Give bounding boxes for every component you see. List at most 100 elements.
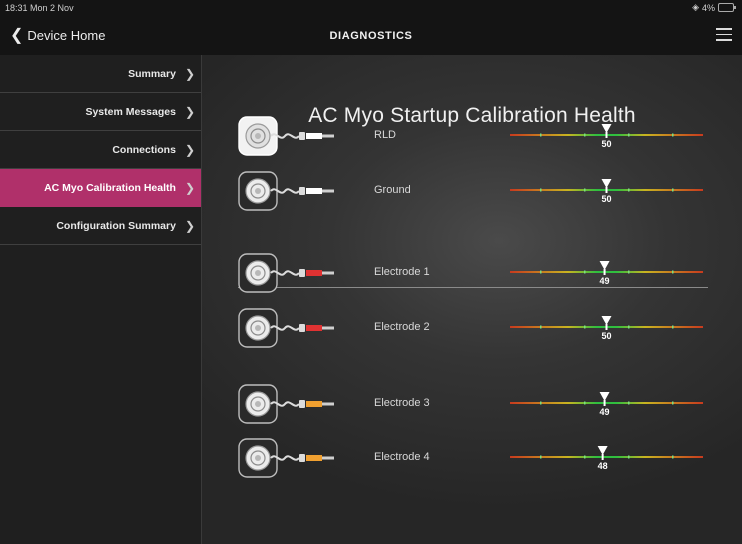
status-bar: 18:31 Mon 2 Nov ◈ 4% (0, 0, 742, 17)
main-panel: AC Myo Startup Calibration Health RLD 50 G… (202, 55, 742, 544)
gauge-marker (597, 446, 608, 455)
electrode-sensor-icon (238, 437, 348, 481)
gauge-value: 50 (601, 139, 611, 149)
sidebar-item-summary[interactable]: Summary ❯ (0, 55, 201, 93)
gauge-marker-stem (605, 187, 608, 193)
electrode-label: Electrode 1 (374, 266, 430, 278)
gauge-marker-stem (605, 132, 608, 138)
gauge-tick (540, 188, 542, 192)
gauge-marker (599, 392, 610, 401)
calibration-row: Ground 50 (238, 170, 718, 214)
sidebar-item-system-messages[interactable]: System Messages ❯ (0, 93, 201, 131)
gauge-value: 48 (598, 461, 608, 471)
electrode-sensor-icon (238, 307, 348, 351)
gauge-marker (599, 261, 610, 270)
gauge-tick (628, 270, 630, 274)
sidebar-item-label: Connections (112, 143, 176, 156)
gauge-tick (672, 455, 674, 459)
chevron-right-icon: ❯ (184, 66, 195, 81)
gauge-marker-stem (603, 400, 606, 406)
gauge-track (510, 456, 703, 458)
hamburger-menu-icon[interactable] (716, 28, 732, 42)
electrode-label: Electrode 4 (374, 451, 430, 463)
gauge-tick (628, 401, 630, 405)
battery-icon (718, 3, 736, 12)
wifi-icon: ◈ (692, 2, 699, 12)
calibration-gauge: 50 (510, 115, 703, 159)
sidebar-item-connections[interactable]: Connections ❯ (0, 131, 201, 169)
sidebar-item-label: Configuration Summary (56, 219, 176, 232)
gauge-tick (540, 270, 542, 274)
chevron-right-icon: ❯ (184, 142, 195, 157)
chevron-left-icon: ❮ (10, 27, 24, 44)
gauge-tick (672, 188, 674, 192)
electrode-sensor-icon (238, 383, 348, 427)
time-text: 18:31 (5, 3, 28, 13)
gauge-marker (601, 124, 612, 133)
gauge-tick (540, 133, 542, 137)
gauge-tick (628, 188, 630, 192)
electrode-label: Electrode 3 (374, 397, 430, 409)
electrode-sensor-icon (238, 170, 348, 214)
calibration-row: Electrode 2 50 (238, 307, 718, 351)
gauge-tick (584, 270, 586, 274)
gauge-tick (584, 401, 586, 405)
electrode-label: Ground (374, 184, 411, 196)
calibration-gauge: 49 (510, 252, 703, 296)
sidebar: Summary ❯ System Messages ❯ Connections ❯ A… (0, 55, 202, 544)
electrode-label: RLD (374, 129, 397, 141)
battery-percent: 4% (701, 2, 715, 13)
calibration-gauge: 50 (510, 170, 703, 214)
page-title: DIAGNOSTICS (329, 30, 413, 42)
sidebar-item-label: Summary (128, 67, 176, 80)
gauge-tick (584, 455, 586, 459)
gauge-marker-stem (601, 454, 604, 460)
status-right: ◈ 4% (692, 2, 736, 13)
gauge-tick (584, 188, 586, 192)
gauge-tick (628, 133, 630, 137)
gauge-track (510, 271, 703, 273)
gauge-value: 50 (601, 331, 611, 341)
gauge-tick (540, 455, 542, 459)
calibration-gauge: 50 (510, 307, 703, 351)
electrode-sensor-icon (238, 115, 348, 159)
calibration-row: RLD 50 (238, 115, 718, 159)
date-text: Mon 2 Nov (30, 3, 74, 13)
gauge-marker-stem (603, 269, 606, 275)
gauge-marker-stem (605, 324, 608, 330)
nav-bar: ❮ Device Home DIAGNOSTICS (0, 17, 742, 55)
sidebar-item-configuration-summary[interactable]: Configuration Summary ❯ (0, 207, 201, 245)
chevron-right-icon: ❯ (184, 180, 195, 195)
gauge-tick (628, 455, 630, 459)
gauge-tick (540, 325, 542, 329)
calibration-gauge: 49 (510, 383, 703, 427)
back-button[interactable]: ❮ Device Home (10, 27, 106, 44)
gauge-tick (628, 325, 630, 329)
gauge-value: 49 (600, 407, 610, 417)
gauge-value: 49 (600, 276, 610, 286)
gauge-marker (601, 316, 612, 325)
gauge-track (510, 402, 703, 404)
status-time: 18:31 Mon 2 Nov (5, 3, 74, 13)
calibration-row: Electrode 1 49 (238, 252, 718, 296)
gauge-value: 50 (601, 194, 611, 204)
calibration-gauge: 48 (510, 437, 703, 481)
electrode-sensor-icon (238, 252, 348, 296)
calibration-row: Electrode 3 49 (238, 383, 718, 427)
gauge-tick (672, 401, 674, 405)
gauge-tick (672, 270, 674, 274)
gauge-tick (584, 325, 586, 329)
sidebar-item-ac-myo-calibration-health[interactable]: AC Myo Calibration Health ❯ (0, 169, 201, 207)
back-label: Device Home (27, 28, 106, 43)
gauge-tick (584, 133, 586, 137)
chevron-right-icon: ❯ (184, 218, 195, 233)
gauge-tick (672, 133, 674, 137)
gauge-tick (540, 401, 542, 405)
gauge-tick (672, 325, 674, 329)
calibration-row: Electrode 4 48 (238, 437, 718, 481)
sidebar-item-label: System Messages (85, 105, 176, 118)
sidebar-item-label: AC Myo Calibration Health (44, 181, 176, 194)
gauge-marker (601, 179, 612, 188)
electrode-label: Electrode 2 (374, 321, 430, 333)
chevron-right-icon: ❯ (184, 104, 195, 119)
